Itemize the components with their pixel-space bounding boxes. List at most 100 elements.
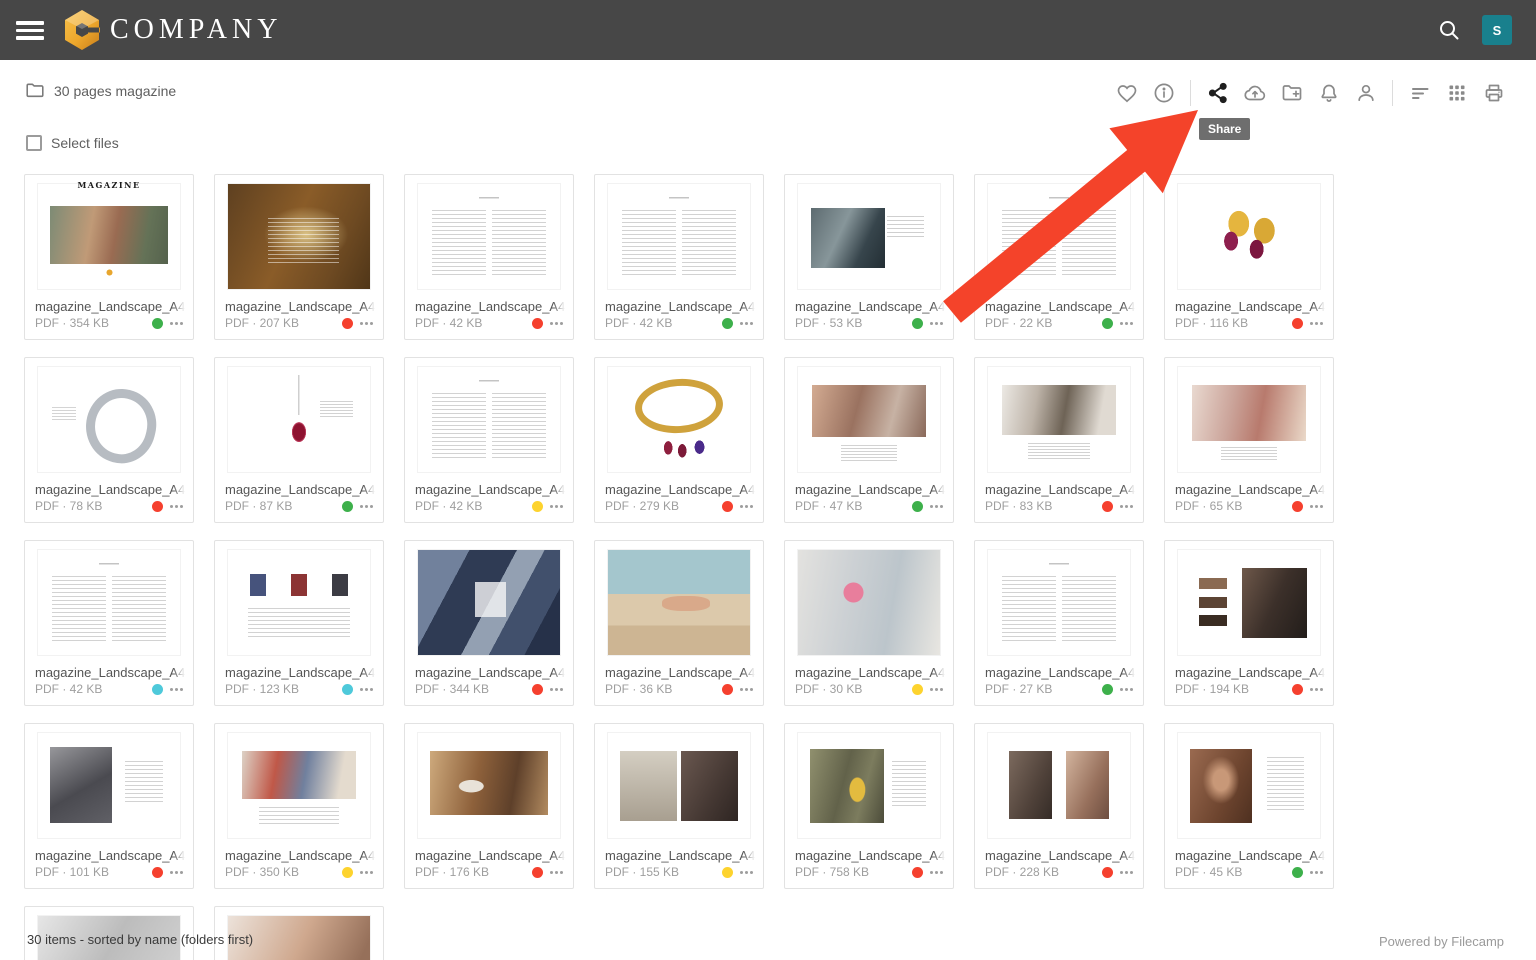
status-dot[interactable] [1102, 318, 1113, 329]
more-menu-icon[interactable] [360, 688, 363, 691]
status-dot[interactable] [152, 318, 163, 329]
more-menu-icon[interactable] [740, 688, 743, 691]
more-menu-icon[interactable] [1120, 871, 1123, 874]
status-dot[interactable] [912, 867, 923, 878]
file-card[interactable]: magazine_Landscape_A4 09 PDF · 87 KB [214, 357, 384, 523]
status-dot[interactable] [532, 867, 543, 878]
hamburger-menu-icon[interactable] [16, 21, 44, 40]
more-menu-icon[interactable] [550, 322, 553, 325]
more-menu-icon[interactable] [930, 688, 933, 691]
file-card[interactable]: magazine_Landscape_A4 14 PDF · 65 KB [1164, 357, 1334, 523]
info-icon[interactable] [1145, 75, 1182, 111]
file-card[interactable]: magazine_Landscape_A4 16 PDF · 123 KB [214, 540, 384, 706]
file-card[interactable]: magazine_Landscape_A4 03 PDF · 42 KB [404, 174, 574, 340]
file-card[interactable]: magazine_Landscape_A4 20 PDF · 27 KB [974, 540, 1144, 706]
file-card[interactable]: magazine_Landscape_A4 05 PDF · 53 KB [784, 174, 954, 340]
file-card[interactable]: magazine_Landscape_A4 04 PDF · 42 KB [594, 174, 764, 340]
status-dot[interactable] [1102, 684, 1113, 695]
more-menu-icon[interactable] [930, 871, 933, 874]
more-menu-icon[interactable] [1120, 688, 1123, 691]
status-dot[interactable] [722, 684, 733, 695]
status-dot[interactable] [1102, 867, 1113, 878]
user-icon[interactable] [1347, 75, 1384, 111]
more-menu-icon[interactable] [930, 322, 933, 325]
more-menu-icon[interactable] [170, 688, 173, 691]
print-icon[interactable] [1475, 75, 1512, 111]
status-dot[interactable] [912, 501, 923, 512]
share-icon[interactable] [1199, 75, 1236, 111]
file-card[interactable]: magazine_Landscape_A4 12 PDF · 47 KB [784, 357, 954, 523]
favorite-icon[interactable] [1108, 75, 1145, 111]
file-card[interactable]: magazine_Landscape_A4 21 PDF · 194 KB [1164, 540, 1334, 706]
file-card[interactable]: magazine_Landscape_A4 10 PDF · 42 KB [404, 357, 574, 523]
status-dot[interactable] [342, 684, 353, 695]
file-card[interactable]: magazine_Landscape_A4 07 PDF · 116 KB [1164, 174, 1334, 340]
status-dot[interactable] [722, 867, 733, 878]
file-card[interactable]: magazine_Landscape_A4 17 PDF · 344 KB [404, 540, 574, 706]
select-files-checkbox[interactable] [26, 135, 42, 151]
file-card[interactable]: magazine_Landscape_A4 22 PDF · 101 KB [24, 723, 194, 889]
status-dot[interactable] [532, 318, 543, 329]
status-dot[interactable] [1292, 867, 1303, 878]
file-card[interactable]: magazine_Landscape_A4 26 PDF · 758 KB [784, 723, 954, 889]
file-card[interactable]: magazine_Landscape_A4 13 PDF · 83 KB [974, 357, 1144, 523]
file-card[interactable]: magazine_Landscape_A4 08 PDF · 78 KB [24, 357, 194, 523]
status-dot[interactable] [152, 867, 163, 878]
file-card[interactable]: magazine_Landscape_A4 24 PDF · 176 KB [404, 723, 574, 889]
status-dot[interactable] [912, 318, 923, 329]
status-dot[interactable] [342, 867, 353, 878]
file-card[interactable]: magazine_Landscape_A4 15 PDF · 42 KB [24, 540, 194, 706]
more-menu-icon[interactable] [360, 322, 363, 325]
current-folder-name[interactable]: 30 pages magazine [54, 83, 176, 99]
more-menu-icon[interactable] [550, 871, 553, 874]
status-dot[interactable] [912, 684, 923, 695]
status-dot[interactable] [342, 501, 353, 512]
more-menu-icon[interactable] [360, 871, 363, 874]
status-dot[interactable] [152, 684, 163, 695]
more-menu-icon[interactable] [550, 505, 553, 508]
company-logo-icon[interactable] [60, 8, 104, 52]
status-dot[interactable] [1292, 684, 1303, 695]
status-dot[interactable] [1102, 501, 1113, 512]
status-dot[interactable] [722, 501, 733, 512]
file-card[interactable]: magazine_Landscape_A4 27 PDF · 228 KB [974, 723, 1144, 889]
more-menu-icon[interactable] [1120, 322, 1123, 325]
file-card[interactable]: magazine_Landscape_A4 19 PDF · 30 KB [784, 540, 954, 706]
more-menu-icon[interactable] [1310, 505, 1313, 508]
add-folder-icon[interactable] [1273, 75, 1310, 111]
file-card[interactable]: magazine_Landscape_A4 28 PDF · 45 KB [1164, 723, 1334, 889]
more-menu-icon[interactable] [1310, 688, 1313, 691]
search-icon[interactable] [1437, 18, 1461, 42]
status-dot[interactable] [1292, 318, 1303, 329]
more-menu-icon[interactable] [740, 505, 743, 508]
more-menu-icon[interactable] [1120, 505, 1123, 508]
file-card[interactable]: MAGAZINE magazine_Landscape_A4 01 PDF · … [24, 174, 194, 340]
more-menu-icon[interactable] [1310, 322, 1313, 325]
status-dot[interactable] [1292, 501, 1303, 512]
status-dot[interactable] [342, 318, 353, 329]
user-avatar[interactable]: S [1482, 15, 1512, 45]
upload-icon[interactable] [1236, 75, 1273, 111]
more-menu-icon[interactable] [170, 871, 173, 874]
more-menu-icon[interactable] [740, 322, 743, 325]
powered-by[interactable]: Powered by Filecamp [1379, 934, 1504, 949]
more-menu-icon[interactable] [170, 322, 173, 325]
file-card[interactable]: magazine_Landscape_A4 18 PDF · 36 KB [594, 540, 764, 706]
status-dot[interactable] [532, 684, 543, 695]
more-menu-icon[interactable] [170, 505, 173, 508]
more-menu-icon[interactable] [1310, 871, 1313, 874]
more-menu-icon[interactable] [740, 871, 743, 874]
more-menu-icon[interactable] [360, 505, 363, 508]
file-card[interactable]: magazine_Landscape_A4 25 PDF · 155 KB [594, 723, 764, 889]
file-card[interactable]: magazine_Landscape_A4 06 PDF · 22 KB [974, 174, 1144, 340]
file-card[interactable]: magazine_Landscape_A4 23 PDF · 350 KB [214, 723, 384, 889]
grid-view-icon[interactable] [1438, 75, 1475, 111]
status-dot[interactable] [532, 501, 543, 512]
status-dot[interactable] [722, 318, 733, 329]
more-menu-icon[interactable] [930, 505, 933, 508]
notifications-icon[interactable] [1310, 75, 1347, 111]
more-menu-icon[interactable] [550, 688, 553, 691]
file-card[interactable]: magazine_Landscape_A4 02 PDF · 207 KB [214, 174, 384, 340]
status-dot[interactable] [152, 501, 163, 512]
sort-icon[interactable] [1401, 75, 1438, 111]
